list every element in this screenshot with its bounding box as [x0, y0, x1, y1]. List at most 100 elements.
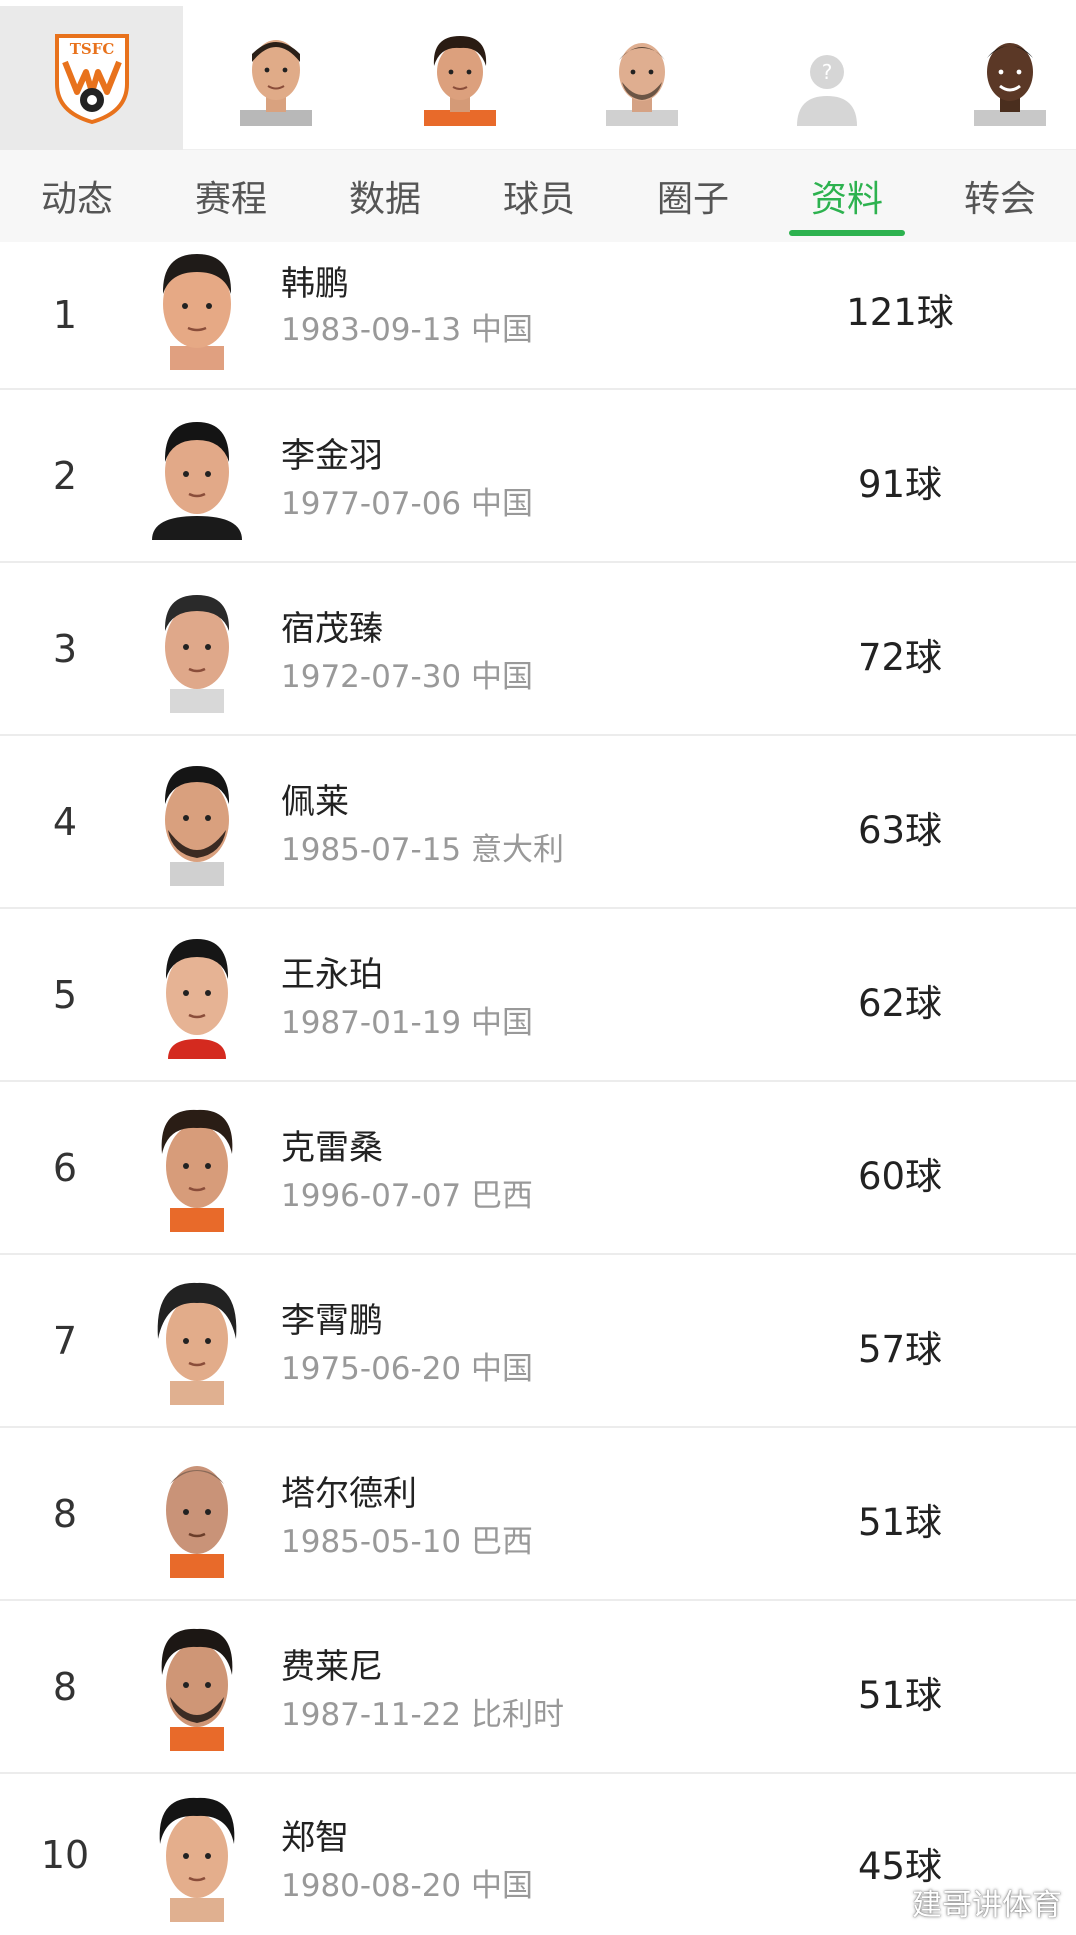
rank-number: 2	[52, 453, 78, 498]
tab-community[interactable]: 圈子	[616, 150, 770, 242]
tab-players[interactable]: 球员	[462, 150, 616, 242]
player-photo-icon	[161, 1109, 233, 1232]
rank-number: 5	[52, 972, 78, 1017]
watermark: 建哥讲体育	[912, 1888, 1062, 1923]
player-birth-country: 1983-09-13 中国	[281, 312, 534, 348]
list-item[interactable]: 1 韩鹏 1983-09-13 中国 121球	[0, 242, 1076, 390]
player-avatar	[148, 242, 246, 370]
list-item[interactable]: 7 李霄鹏 1975-06-20 中国 57球	[0, 1255, 1076, 1428]
default-avatar-icon: ?	[797, 46, 857, 126]
tab-label: 球员	[502, 179, 575, 220]
player-name: 李金羽	[281, 436, 383, 476]
player-birth-country: 1980-08-20 中国	[281, 1868, 534, 1904]
player-photo-icon	[164, 595, 230, 713]
rank-number: 6	[52, 1145, 78, 1190]
svg-text:?: ?	[822, 60, 833, 84]
tab-label: 动态	[40, 179, 113, 220]
player-photo-icon	[240, 40, 312, 126]
player-birth-country: 1975-06-20 中国	[281, 1351, 534, 1387]
player-photo-icon	[162, 254, 232, 370]
player-photo-icon	[157, 1282, 237, 1405]
header-player-thumb-4[interactable]: ?	[777, 26, 877, 126]
list-item[interactable]: 6 克雷桑 1996-07-07 巴西 60球	[0, 1082, 1076, 1255]
goal-count: 62球	[857, 982, 943, 1025]
player-birth-country: 1985-07-15 意大利	[281, 832, 565, 868]
player-name: 佩莱	[281, 782, 349, 822]
club-logo-text: TSFC	[69, 40, 114, 58]
player-photo-icon	[974, 43, 1046, 126]
player-avatar	[148, 1794, 246, 1922]
player-birth-country: 1996-07-07 巴西	[281, 1178, 534, 1214]
tab-stats[interactable]: 数据	[308, 150, 462, 242]
player-name: 费莱尼	[281, 1647, 383, 1687]
tab-dynamics[interactable]: 动态	[0, 150, 154, 242]
tab-schedule[interactable]: 赛程	[154, 150, 308, 242]
goal-count: 60球	[857, 1155, 943, 1198]
club-logo-tile[interactable]: TSFC	[0, 6, 183, 150]
list-item[interactable]: 8 费莱尼 1987-11-22 比利时 51球	[0, 1601, 1076, 1774]
player-avatar	[148, 758, 246, 886]
player-birth-country: 1977-07-06 中国	[281, 486, 534, 522]
player-birth-country: 1985-05-10 巴西	[281, 1524, 534, 1560]
goal-count: 63球	[857, 809, 943, 852]
list-item[interactable]: 3 宿茂臻 1972-07-30 中国 72球	[0, 563, 1076, 736]
team-header: TSFC ?	[0, 0, 1076, 150]
player-avatar	[148, 931, 246, 1059]
goal-count: 51球	[857, 1501, 943, 1544]
tab-label: 资料	[810, 179, 883, 220]
tab-label: 圈子	[656, 179, 729, 220]
player-avatar	[148, 412, 246, 540]
player-photo-icon	[152, 422, 242, 540]
player-name: 塔尔德利	[281, 1474, 417, 1514]
goal-count: 121球	[846, 291, 954, 334]
player-name: 韩鹏	[281, 264, 349, 304]
list-item[interactable]: 5 王永珀 1987-01-19 中国 62球	[0, 909, 1076, 1082]
tab-label: 数据	[348, 179, 421, 220]
player-avatar	[148, 1450, 246, 1578]
list-item[interactable]: 2 李金羽 1977-07-06 中国 91球	[0, 390, 1076, 563]
player-photo-icon	[159, 1797, 235, 1922]
goal-count: 57球	[857, 1328, 943, 1371]
player-birth-country: 1987-01-19 中国	[281, 1005, 534, 1041]
active-tab-indicator	[789, 230, 905, 236]
player-name: 宿茂臻	[281, 609, 383, 649]
goal-count: 72球	[857, 636, 943, 679]
rank-number: 8	[52, 1491, 78, 1536]
tab-profile[interactable]: 资料	[770, 150, 924, 242]
header-player-thumb-3[interactable]	[592, 26, 692, 126]
rank-number: 4	[52, 799, 78, 844]
player-photo-icon	[424, 36, 496, 126]
goal-count: 91球	[857, 463, 943, 506]
player-name: 克雷桑	[281, 1128, 383, 1168]
player-name: 郑智	[281, 1818, 349, 1858]
goal-count: 51球	[857, 1674, 943, 1717]
player-avatar	[148, 1104, 246, 1232]
player-birth-country: 1987-11-22 比利时	[281, 1697, 565, 1733]
header-player-thumb-5[interactable]	[960, 26, 1060, 126]
rank-number: 1	[52, 293, 78, 337]
rank-number: 10	[40, 1832, 90, 1877]
list-item[interactable]: 8 塔尔德利 1985-05-10 巴西 51球	[0, 1428, 1076, 1601]
player-photo-icon	[165, 939, 229, 1059]
section-tabs: 动态 赛程 数据 球员 圈子 资料 转会	[0, 150, 1076, 242]
tab-transfers[interactable]: 转会	[924, 150, 1076, 242]
player-photo-icon	[164, 766, 230, 886]
list-item[interactable]: 4 佩莱 1985-07-15 意大利 63球	[0, 736, 1076, 909]
player-avatar	[148, 1623, 246, 1751]
player-avatar	[148, 1277, 246, 1405]
player-avatar	[148, 585, 246, 713]
rank-number: 3	[52, 626, 78, 671]
player-photo-icon	[161, 1628, 233, 1751]
club-logo-icon: TSFC	[54, 34, 129, 124]
player-name: 李霄鹏	[281, 1301, 383, 1341]
player-photo-icon	[606, 43, 678, 126]
tab-label: 赛程	[194, 179, 267, 220]
player-birth-country: 1972-07-30 中国	[281, 659, 534, 695]
rank-number: 8	[52, 1664, 78, 1709]
tab-label: 转会	[963, 179, 1036, 220]
player-name: 王永珀	[281, 955, 383, 995]
rank-number: 7	[52, 1318, 78, 1363]
header-player-thumb-2[interactable]	[410, 26, 510, 126]
player-photo-icon	[166, 1466, 228, 1578]
header-player-thumb-1[interactable]	[226, 26, 326, 126]
